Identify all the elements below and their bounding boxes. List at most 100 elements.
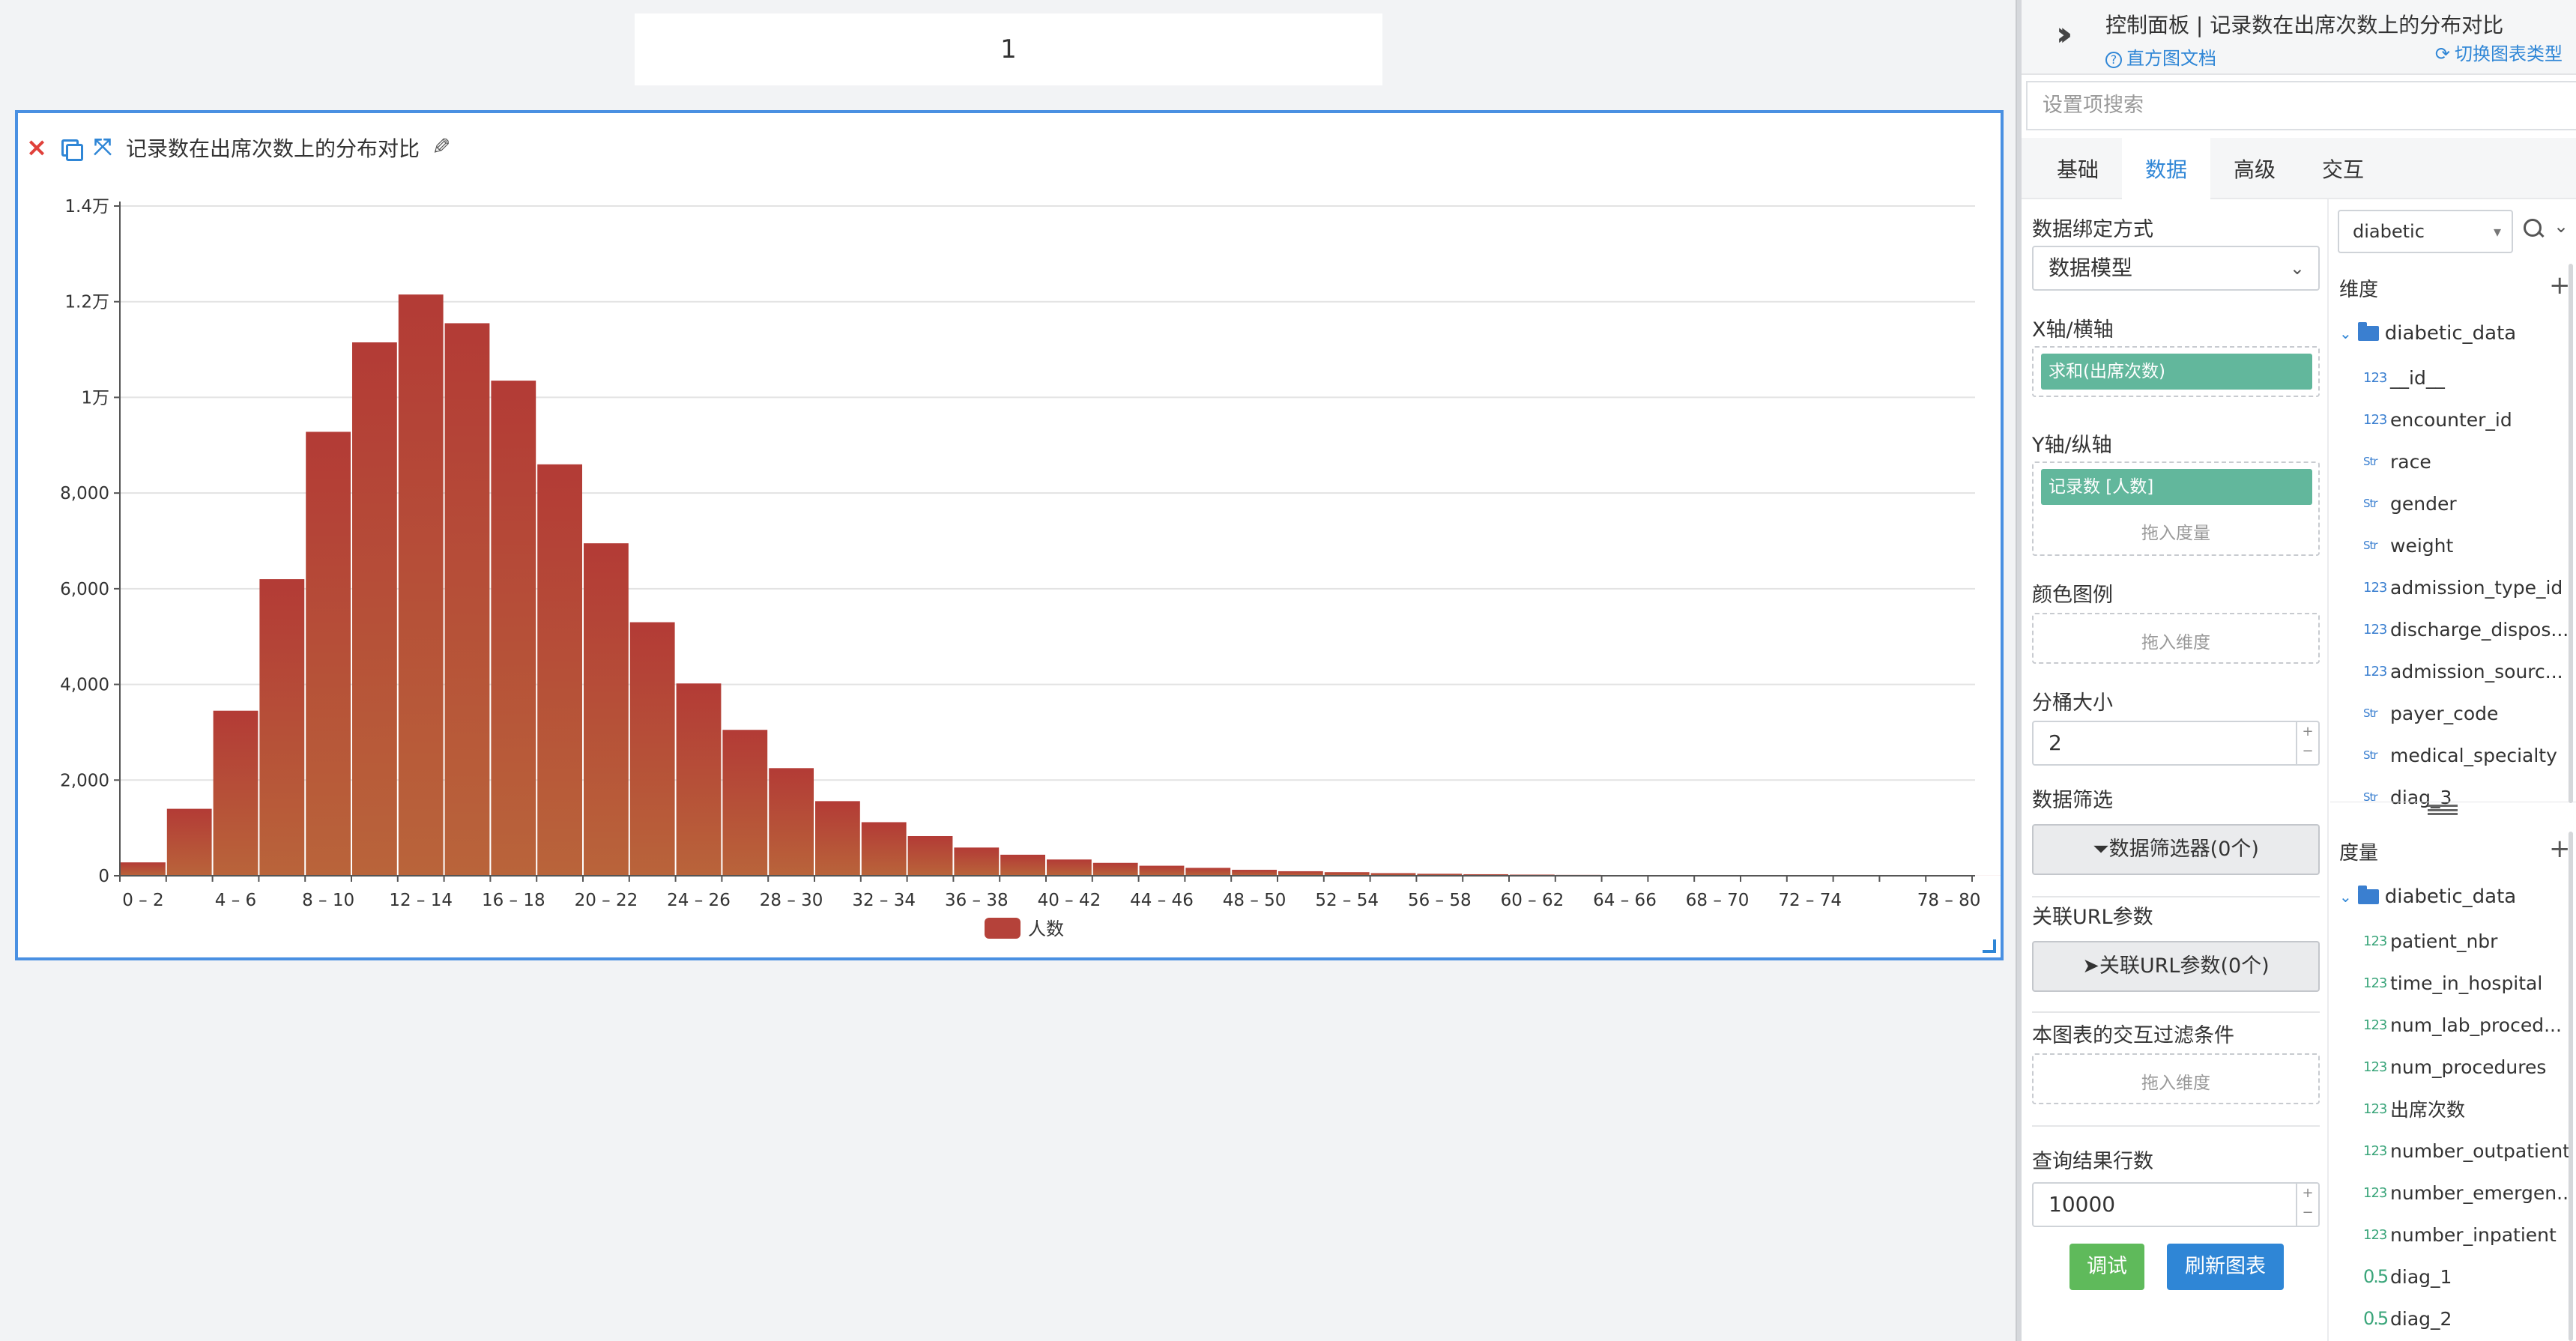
dataset-select[interactable]: diabetic ▾	[2338, 210, 2513, 253]
field-item[interactable]: 123 admission_sourc...	[2363, 656, 2563, 686]
data-filter-button[interactable]: ⏷数据筛选器(0个)	[2032, 824, 2320, 875]
y-axis-field-pill[interactable]: 记录数 [人数]	[2041, 469, 2312, 505]
field-item[interactable]: 123 出席次数	[2363, 1094, 2465, 1124]
x-tick-label: 32 – 34	[852, 891, 916, 910]
add-measure-icon[interactable]: +	[2549, 836, 2571, 862]
binding-select[interactable]: 数据模型 ⌄	[2032, 246, 2320, 291]
field-item[interactable]: Str medical_specialty	[2363, 740, 2557, 770]
refresh-icon: ⟳	[2434, 43, 2450, 64]
measure-scrollbar[interactable]	[2569, 832, 2573, 1341]
field-list: diabetic ▾ ⌄ 维度 + ⌄ diabetic_data 123 __i…	[2330, 199, 2576, 1341]
folder-icon	[2357, 322, 2379, 341]
tab-interaction[interactable]: 交互	[2299, 138, 2387, 199]
section-resize-handle[interactable]	[2428, 805, 2458, 815]
debug-button[interactable]: 调试	[2069, 1244, 2144, 1290]
histogram-bar	[213, 710, 258, 876]
result-rows-stepper[interactable]: + −	[2296, 1184, 2318, 1226]
color-legend-drop-zone[interactable]: 拖入维度	[2032, 613, 2320, 664]
x-tick-label: 68 – 70	[1686, 891, 1750, 910]
field-item[interactable]: 123 number_emergen...	[2363, 1178, 2575, 1208]
dimension-scrollbar[interactable]	[2569, 264, 2573, 803]
close-icon[interactable]: ×	[25, 135, 48, 160]
url-param-button[interactable]: ➤关联URL参数(0个)	[2032, 941, 2320, 992]
caret-down-icon: ⌄	[2339, 888, 2352, 906]
search-icon[interactable]	[2524, 219, 2545, 240]
y-tick-label: 4,000	[60, 676, 109, 695]
filter-icon: ⏷	[2093, 838, 2109, 861]
y-tick-label: 1.4万	[64, 197, 109, 217]
x-tick-label: 4 – 6	[215, 891, 256, 910]
refresh-chart-button[interactable]: 刷新图表	[2167, 1244, 2284, 1290]
histogram-doc-link[interactable]: ? 直方图文档	[2105, 43, 2216, 70]
field-item[interactable]: 123 encounter_id	[2363, 405, 2512, 435]
field-item[interactable]: 0.5 diag_2	[2363, 1304, 2452, 1334]
panel-splitter[interactable]	[2016, 0, 2022, 1341]
edit-title-icon[interactable]: ✎	[430, 134, 453, 160]
field-name: num_procedures	[2390, 1056, 2547, 1078]
bucket-size-stepper[interactable]: + −	[2296, 722, 2318, 764]
field-name: patient_nbr	[2390, 930, 2498, 952]
field-name: __id__	[2390, 366, 2445, 389]
copy-icon[interactable]	[58, 136, 83, 161]
panel-tabs: 基础 数据 高级 交互	[2022, 138, 2576, 199]
field-item[interactable]: 123 __id__	[2363, 363, 2445, 393]
field-type-icon: 123	[2363, 663, 2387, 679]
tab-basic[interactable]: 基础	[2034, 138, 2122, 199]
measures-title: 度量	[2339, 842, 2379, 865]
chevron-down-icon[interactable]: ⌄	[2554, 216, 2569, 237]
setting-search-input[interactable]: 设置项搜索	[2026, 81, 2576, 130]
field-item[interactable]: Str gender	[2363, 488, 2457, 518]
histogram-bar	[1000, 854, 1045, 876]
bucket-size-input[interactable]: 2 + −	[2032, 721, 2320, 766]
tab-data[interactable]: 数据	[2122, 138, 2210, 199]
histogram-bar	[584, 543, 629, 876]
histogram-bar	[769, 768, 814, 876]
histogram-bar	[1232, 870, 1277, 876]
histogram-bar	[352, 342, 397, 876]
histogram-bar	[121, 862, 166, 876]
field-item[interactable]: 123 number_inpatient	[2363, 1220, 2557, 1250]
chart-card-title: 记录数在出席次数上的分布对比	[126, 136, 420, 161]
folder-icon	[2357, 886, 2379, 904]
field-item[interactable]: 123 admission_type_id	[2363, 572, 2563, 602]
field-item[interactable]: Str weight	[2363, 530, 2453, 560]
field-item[interactable]: Str payer_code	[2363, 698, 2498, 728]
measures-folder[interactable]: ⌄ diabetic_data	[2339, 886, 2516, 908]
collapse-panel-icon[interactable]: ››	[2056, 15, 2073, 53]
field-type-icon: Str	[2363, 497, 2378, 510]
field-item[interactable]: 123 number_outpatient	[2363, 1136, 2570, 1166]
histogram-bar	[259, 579, 305, 876]
field-item[interactable]: 123 num_lab_proced...	[2363, 1010, 2562, 1040]
control-panel: ›› 控制面板 | 记录数在出席次数上的分布对比 ? 直方图文档 ⟳ 切换图表类型 …	[2022, 0, 2576, 1341]
y-tick-label: 1.2万	[64, 293, 109, 312]
field-name: number_inpatient	[2390, 1223, 2557, 1246]
interaction-filter-drop-zone[interactable]: 拖入维度	[2032, 1053, 2320, 1104]
page-tab[interactable]: 1	[635, 13, 1382, 85]
field-item[interactable]: 123 patient_nbr	[2363, 926, 2497, 956]
tab-advanced[interactable]: 高级	[2210, 138, 2299, 199]
y-tick-label: 8,000	[60, 484, 109, 503]
field-type-icon: 123	[2363, 1142, 2387, 1159]
x-axis-field-pill[interactable]: 求和(出席次数)	[2041, 354, 2312, 390]
resize-handle[interactable]	[1983, 939, 1996, 953]
dimensions-folder[interactable]: ⌄ diabetic_data	[2339, 322, 2516, 345]
field-item[interactable]: 123 discharge_dispos...	[2363, 614, 2569, 644]
x-tick-label: 72 – 74	[1778, 891, 1842, 910]
expand-icon[interactable]: ⤧	[91, 136, 114, 159]
binding-select-value: 数据模型	[2049, 255, 2133, 280]
histogram-bar	[815, 801, 860, 876]
y-axis-drop-zone[interactable]: 记录数 [人数] 拖入度量	[2032, 461, 2320, 556]
field-name: diag_1	[2390, 1265, 2452, 1288]
field-item[interactable]: 0.5 diag_1	[2363, 1262, 2452, 1292]
x-tick-label: 8 – 10	[302, 891, 354, 910]
switch-chart-type-link[interactable]: ⟳ 切换图表类型	[2435, 39, 2563, 65]
field-type-icon: 123	[2363, 975, 2387, 991]
field-item[interactable]: Str race	[2363, 447, 2431, 476]
chart-card[interactable]: 0 2,000 4,000 6,000 8,000 1万 1.2万 1.4万 0 – 2 4 – …	[15, 110, 2004, 960]
field-item[interactable]: 123 num_procedures	[2363, 1052, 2546, 1082]
histogram-bar	[1185, 868, 1231, 876]
field-item[interactable]: 123 time_in_hospital	[2363, 968, 2542, 998]
result-rows-input[interactable]: 10000 + −	[2032, 1182, 2320, 1227]
add-dimension-icon[interactable]: +	[2549, 273, 2571, 298]
x-axis-drop-zone[interactable]: 求和(出席次数)	[2032, 346, 2320, 397]
